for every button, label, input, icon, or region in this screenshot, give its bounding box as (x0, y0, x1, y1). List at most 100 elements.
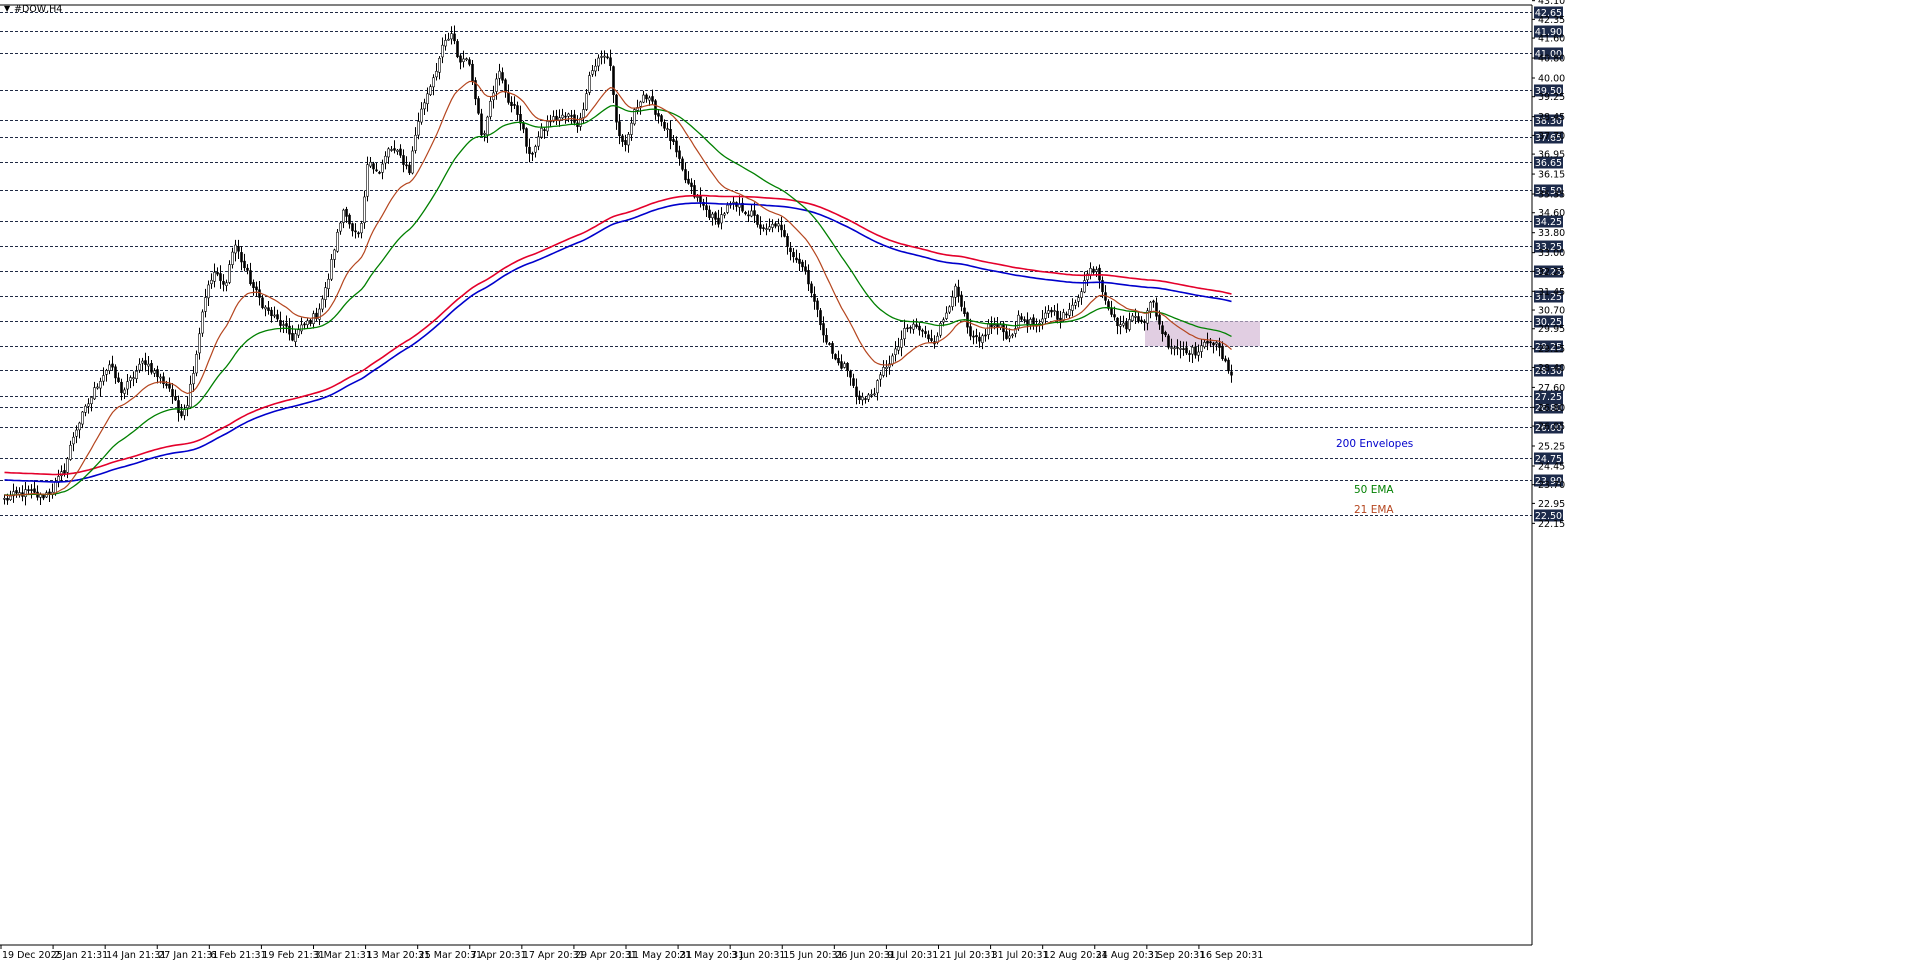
candle-body (159, 376, 162, 379)
candle-body (843, 363, 846, 368)
candle-body (1185, 347, 1188, 354)
candle-body (498, 70, 501, 79)
candle-body (582, 109, 585, 118)
candle-body (465, 58, 468, 61)
candle-body (447, 38, 450, 41)
candle-body (561, 114, 564, 119)
candle-body (687, 178, 690, 184)
candle-body (93, 387, 96, 400)
candle-body (363, 196, 366, 223)
candle-body (756, 214, 759, 225)
price-tick-label: 23.70 (1538, 480, 1565, 491)
candle-body (375, 169, 378, 172)
candle-body (459, 55, 462, 63)
candle-body (642, 94, 645, 103)
candle-body (1065, 313, 1068, 316)
price-tick-label: 26.05 (1538, 422, 1565, 433)
candle-body (462, 58, 465, 62)
candle-body (405, 164, 408, 167)
candle-body (1128, 319, 1131, 330)
candle-body (357, 232, 360, 235)
candle-body (906, 327, 909, 330)
candle-body (111, 363, 114, 368)
candle-body (27, 489, 30, 491)
candle-body (150, 363, 153, 373)
candle-body (630, 122, 633, 135)
candle-body (723, 213, 726, 216)
candle-body (195, 354, 198, 374)
candle-body (663, 122, 666, 129)
candle-body (918, 325, 921, 331)
candle-body (102, 375, 105, 382)
candle-body (831, 343, 834, 354)
candle-body (777, 223, 780, 227)
candle-body (1008, 335, 1011, 339)
candle-body (819, 310, 822, 326)
menu-triangle-icon[interactable]: ▼ (4, 4, 11, 13)
candle-body (828, 343, 831, 345)
candle-body (591, 70, 594, 75)
candle-body (714, 212, 717, 220)
candle-body (834, 354, 837, 360)
candle-body (750, 210, 753, 217)
candle-body (156, 369, 159, 378)
candle-body (186, 405, 189, 409)
candle-body (948, 306, 951, 313)
price-tick-label: 32.25 (1538, 267, 1565, 278)
candle-body (1113, 314, 1116, 318)
candle-body (69, 444, 72, 460)
candle-body (135, 370, 138, 380)
candle-body (1077, 297, 1080, 302)
candle-body (444, 40, 447, 47)
price-chart[interactable]: 200 Envelopes50 EMA21 EMA 43.5042.6541.9… (0, 0, 1916, 963)
candle-body (225, 282, 228, 286)
price-tick-label: 31.45 (1538, 287, 1565, 298)
candle-body (72, 436, 75, 445)
candle-body (684, 169, 687, 181)
candle-body (177, 400, 180, 413)
candle-body (537, 136, 540, 147)
candle-body (435, 71, 438, 78)
candle-body (801, 261, 804, 268)
candle-body (609, 57, 612, 67)
candle-body (90, 397, 93, 405)
candle-body (120, 381, 123, 393)
candle-body (1164, 332, 1167, 336)
candle-body (717, 217, 720, 225)
candle-body (342, 209, 345, 223)
candle-body (1209, 341, 1212, 344)
candle-body (648, 97, 651, 101)
candle-body (291, 333, 294, 341)
candle-body (42, 494, 45, 499)
candle-body (894, 348, 897, 355)
candle-body (420, 108, 423, 123)
candle-body (1074, 302, 1077, 306)
candle-body (867, 394, 870, 400)
candle-body (726, 204, 729, 213)
candle-body (855, 386, 858, 397)
candle-body (372, 163, 375, 170)
candle-body (804, 266, 807, 272)
price-tick-label: 33.00 (1538, 248, 1565, 259)
candle-body (870, 393, 873, 396)
candle-body (207, 284, 210, 299)
candle-body (621, 135, 624, 142)
candle-body (1173, 347, 1176, 350)
candle-body (1170, 347, 1173, 349)
candle-body (774, 223, 777, 227)
candle-body (585, 93, 588, 110)
candle-body (237, 246, 240, 252)
candle-body (471, 63, 474, 82)
candle-body (759, 224, 762, 229)
candle-body (423, 102, 426, 110)
candle-body (789, 247, 792, 252)
candle-body (1134, 315, 1137, 318)
candle-body (1125, 322, 1128, 330)
candle-body (513, 104, 516, 106)
candle-body (825, 335, 828, 343)
candle-body (1080, 291, 1083, 298)
candle-body (432, 77, 435, 88)
candle-body (909, 327, 912, 329)
candle-body (1206, 341, 1209, 344)
candle-body (1020, 316, 1023, 320)
